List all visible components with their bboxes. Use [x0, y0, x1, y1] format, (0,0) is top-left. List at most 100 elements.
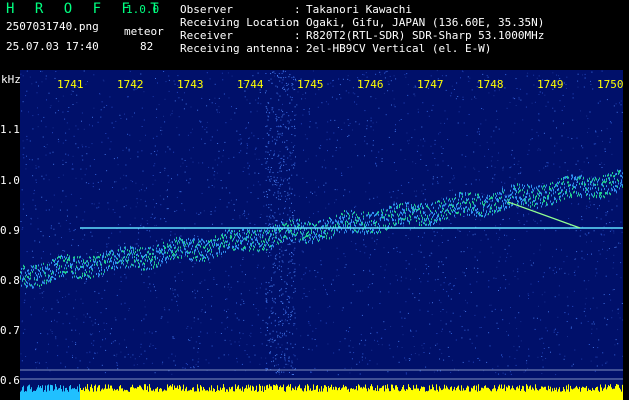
noise-speck — [621, 111, 623, 113]
noise-speck — [497, 160, 499, 161]
noise-speck — [151, 332, 153, 334]
noise-speck — [160, 129, 162, 131]
drift-trace-point — [69, 259, 70, 262]
noise-speck — [534, 220, 536, 222]
drift-trace-point — [326, 224, 327, 227]
drift-trace-point — [38, 273, 39, 276]
noise-speck — [111, 232, 113, 234]
drift-trace-point — [195, 245, 196, 248]
drift-trace-point — [477, 196, 478, 199]
drift-trace-point — [100, 253, 101, 256]
drift-trace-point — [371, 223, 372, 226]
drift-trace-point — [153, 265, 154, 268]
noise-speck — [429, 347, 431, 349]
drift-trace-point — [450, 212, 451, 215]
noise-speck — [603, 294, 605, 296]
drift-trace-point — [66, 261, 67, 264]
noise-speck — [20, 353, 22, 355]
noise-speck — [584, 308, 586, 310]
noise-speck — [156, 154, 158, 156]
drift-trace-point — [483, 204, 484, 206]
drift-trace-point — [470, 203, 471, 206]
interference-speck — [293, 79, 295, 80]
noise-speck — [553, 152, 555, 154]
drift-trace-point — [347, 221, 348, 223]
noise-speck — [62, 164, 64, 165]
drift-trace-point — [432, 202, 433, 205]
noise-speck — [397, 279, 398, 281]
interference-speck — [294, 194, 296, 196]
drift-trace-point — [307, 235, 308, 237]
noise-speck — [124, 339, 126, 341]
drift-trace-point — [287, 225, 288, 227]
drift-trace-point — [45, 272, 46, 275]
drift-trace-point — [114, 265, 115, 268]
interference-speck — [288, 169, 290, 170]
noise-speck — [207, 179, 209, 181]
drift-trace-point — [216, 252, 217, 255]
interference-speck — [265, 73, 267, 74]
noise-speck — [437, 182, 439, 184]
noise-speck — [163, 115, 164, 117]
noise-speck — [518, 173, 520, 175]
drift-trace-point — [107, 254, 108, 257]
interference-speck — [282, 141, 283, 143]
noise-speck — [272, 357, 274, 359]
noise-speck — [116, 294, 118, 296]
noise-speck — [325, 322, 327, 324]
noise-speck — [304, 98, 306, 100]
noise-speck — [285, 319, 286, 321]
drift-trace-point — [74, 258, 75, 261]
noise-speck — [397, 189, 399, 191]
noise-speck — [48, 343, 49, 345]
drift-trace-point — [194, 238, 195, 241]
noise-speck — [566, 255, 568, 257]
noise-speck — [376, 331, 378, 333]
drift-trace-point — [149, 257, 150, 260]
noise-speck — [446, 203, 448, 205]
drift-trace-point — [352, 215, 353, 218]
noise-speck — [156, 240, 158, 242]
noise-speck — [126, 118, 128, 120]
drift-trace-point — [276, 228, 277, 231]
drift-trace-point — [39, 270, 40, 273]
noise-speck — [514, 317, 516, 319]
drift-trace-point — [226, 240, 227, 243]
interference-speck — [274, 180, 276, 182]
drift-trace-point — [147, 259, 148, 262]
noise-speck — [125, 164, 127, 166]
noise-speck — [337, 127, 339, 128]
drift-trace-point — [90, 256, 91, 259]
drift-trace-point — [36, 278, 37, 281]
interference-speck — [275, 234, 277, 236]
noise-speck — [106, 170, 108, 172]
noise-speck — [190, 132, 192, 134]
noise-speck — [441, 328, 443, 330]
drift-trace-point — [275, 224, 276, 227]
noise-speck — [259, 239, 261, 240]
drift-trace-point — [352, 231, 353, 234]
noise-speck — [188, 339, 189, 341]
drift-trace-point — [95, 260, 96, 263]
drift-trace-point — [209, 249, 210, 252]
noise-speck — [517, 278, 519, 280]
noise-speck — [92, 333, 94, 335]
drift-trace-point — [219, 249, 220, 252]
drift-trace-point — [28, 269, 29, 272]
noise-speck — [63, 276, 65, 278]
noise-speck — [358, 123, 360, 125]
noise-speck — [593, 230, 595, 232]
noise-speck — [602, 230, 604, 232]
noise-speck — [112, 341, 114, 343]
drift-trace-point — [387, 218, 388, 221]
noise-speck — [249, 222, 251, 224]
noise-speck — [459, 230, 461, 232]
drift-trace-point — [170, 258, 171, 261]
drift-trace-point — [157, 257, 158, 260]
drift-trace-point — [468, 207, 469, 210]
noise-speck — [433, 371, 435, 373]
noise-speck — [37, 217, 39, 219]
interference-speck — [295, 78, 296, 80]
drift-trace-point — [254, 246, 255, 249]
noise-speck — [254, 224, 256, 226]
